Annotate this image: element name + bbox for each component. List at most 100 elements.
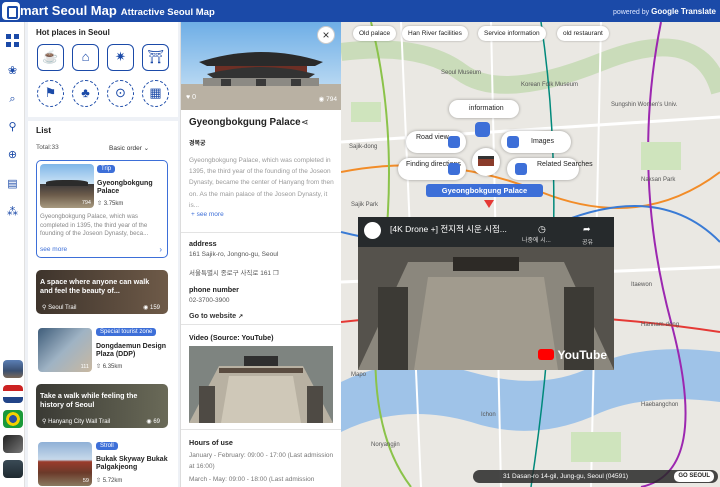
related-icon [515, 163, 527, 175]
share-icon[interactable]: ⋖ [301, 117, 309, 128]
close-button[interactable]: × [317, 26, 335, 44]
images-icon [507, 136, 519, 148]
language-thumb-4[interactable] [3, 435, 23, 453]
information-icon[interactable] [475, 122, 490, 137]
copy-icon[interactable]: ❐ [273, 270, 279, 277]
list-item[interactable]: Take a walk while feeling the history of… [36, 384, 168, 428]
place-title: Gyeongbokgung Palace [189, 117, 301, 128]
directions-button[interactable]: Finding directions [398, 158, 466, 180]
divider [181, 324, 341, 325]
phone-number[interactable]: 02-3700-3900 [189, 297, 229, 304]
map-label: Seoul Museum [441, 70, 482, 76]
list-title: List [36, 125, 52, 135]
related-searches-button[interactable]: Related Searches [507, 158, 593, 180]
palace-icon[interactable]: ⛩ [142, 44, 169, 71]
see-more-link[interactable]: see more [40, 246, 67, 253]
list-item[interactable]: 111 Special tourist zone Dongdaemun Desi… [36, 326, 168, 376]
top-bar: mart Seoul Map Attractive Seoul Map power… [0, 0, 720, 22]
video-thumbnail[interactable] [189, 346, 333, 423]
like-icon[interactable]: ♥ 0 [186, 94, 196, 101]
address-bar: 31 Dasan-ro 14-gil, Jung-gu, Seoul (0459… [473, 470, 718, 483]
category-badge: Stroll [96, 442, 118, 450]
app-title: mart Seoul Map Attractive Seoul Map [20, 3, 215, 18]
road-view-button[interactable]: Road view [406, 131, 466, 153]
place-description: Gyeongbokgung Palace, which was complete… [189, 157, 334, 209]
see-more-button[interactable]: + see more [191, 211, 224, 218]
hours-2: March - May: 09:00 - 18:00 (Last admissi… [189, 476, 315, 483]
map-label: Sungshin Women's Univ. [611, 102, 678, 108]
card-distance: ⇧ 5.72km [96, 478, 123, 484]
card-views: 794 [81, 200, 91, 206]
images-button[interactable]: Images [501, 131, 571, 153]
language-thumb-5[interactable] [3, 460, 23, 478]
video-title: [4K Drone +] 전지적 시운 시점... [390, 224, 507, 234]
palace-marker-icon[interactable] [472, 148, 500, 176]
map-label: Hannam-dong [641, 322, 680, 328]
list-item[interactable]: 794 Trip Gyeongbokgung Palace ⇧ 3.75km G… [36, 160, 168, 258]
map-label: Haebangchon [641, 402, 679, 408]
language-thumb-1[interactable] [3, 360, 23, 378]
festival-icon[interactable]: ✷ [107, 44, 134, 71]
filter-chip[interactable]: old restaurant [557, 26, 609, 41]
map-view[interactable]: Sajik-dong Seoul Museum Sungshin Women's… [341, 22, 720, 487]
filter-chip[interactable]: Han River facilities [402, 26, 468, 41]
information-button[interactable]: information [449, 100, 519, 118]
address-kr: 서울특별시 종로구 사직로 161 ❐ [189, 270, 279, 277]
channel-avatar[interactable] [364, 222, 381, 239]
location-icon[interactable]: ⊙ [107, 80, 134, 107]
cafe-icon[interactable]: ☕ [37, 44, 64, 71]
park-icon[interactable]: ♣ [72, 80, 99, 107]
list-total: Total:33 [36, 144, 59, 151]
card-subtitle: ⚲ Hanyang City Wall Trail [42, 419, 111, 425]
map-label: Noryangjin [371, 442, 400, 448]
app-logo-icon[interactable] [2, 2, 20, 20]
list-item[interactable]: A space where anyone can walk and feel t… [36, 270, 168, 314]
card-subtitle: ⚲ Seoul Trail [42, 305, 77, 311]
place-tag[interactable]: Gyeongbokgung Palace [426, 184, 543, 197]
website-link[interactable]: Go to website ↗ [189, 311, 243, 320]
map-label: Mapo [351, 372, 367, 378]
language-thumb-3[interactable] [3, 410, 23, 428]
list-item[interactable]: 59 Stroll Bukak Skyway Bukak Palgakjeong… [36, 440, 168, 487]
youtube-video[interactable]: [4K Drone +] 전지적 시운 시점... 나중에 시... ◷ ➦ 공… [358, 217, 614, 370]
share-video-icon[interactable]: ➦ [583, 224, 591, 235]
app-subtitle: Attractive Seoul Map [120, 7, 215, 18]
museum-icon[interactable]: ▦ [142, 80, 169, 107]
card-views: ◉ 69 [146, 419, 160, 425]
card-views: ◉ 159 [143, 305, 160, 311]
footer-address: 31 Dasan-ro 14-gil, Jung-gu, Seoul (0459… [503, 473, 629, 480]
search-map-icon[interactable]: ⌕ [6, 93, 19, 106]
filter-chip[interactable]: Service information [478, 26, 546, 41]
detail-panel: ♥ 0 ◉ 794 × Gyeongbokgung Palace ⋖ 경복궁 G… [181, 22, 341, 487]
card-views: 59 [82, 478, 89, 484]
chevron-right-icon[interactable]: › [159, 245, 162, 254]
grid-icon[interactable] [6, 34, 19, 47]
walk-icon[interactable]: ⚑ [37, 80, 64, 107]
sort-dropdown[interactable]: Basic order ⌄ [109, 144, 149, 152]
seasonal-icon[interactable]: ❀ [6, 65, 19, 78]
place-korean-name: 경복궁 [189, 141, 206, 147]
go-seoul-button[interactable]: GO SEOUL [674, 471, 714, 482]
video-subtitle: 나중에 시... [522, 238, 551, 244]
shopping-icon[interactable]: ⌂ [72, 44, 99, 71]
filter-chip[interactable]: Old palace [353, 26, 397, 41]
left-nav: ❀ ⌕ ⚲ ⊕ ▤ ⁂ [0, 22, 25, 487]
ddp-photo: 111 [38, 328, 92, 372]
palace-photo: 794 [40, 164, 94, 208]
map-label: Sajik Park [351, 202, 379, 208]
user-icon[interactable]: ⚲ [6, 121, 19, 134]
globe-icon[interactable]: ⊕ [6, 149, 19, 162]
youtube-logo[interactable]: YouTube [538, 348, 607, 362]
category-badge: Special tourist zone [96, 328, 157, 336]
map-icon[interactable]: ▤ [6, 178, 19, 191]
location-pin-icon [484, 200, 494, 208]
category-badge: Trip [97, 165, 116, 173]
card-views: 111 [80, 364, 89, 370]
card-distance: ⇧ 6.35km [96, 364, 123, 370]
directions-icon [448, 163, 460, 175]
watch-later-icon[interactable]: ◷ [538, 224, 546, 235]
language-thumb-2[interactable] [3, 385, 23, 403]
google-translate[interactable]: powered by Google Translate [613, 7, 716, 16]
network-icon[interactable]: ⁂ [6, 206, 19, 219]
hours-1: January - February: 09:00 - 17:00 (Last … [189, 452, 334, 470]
